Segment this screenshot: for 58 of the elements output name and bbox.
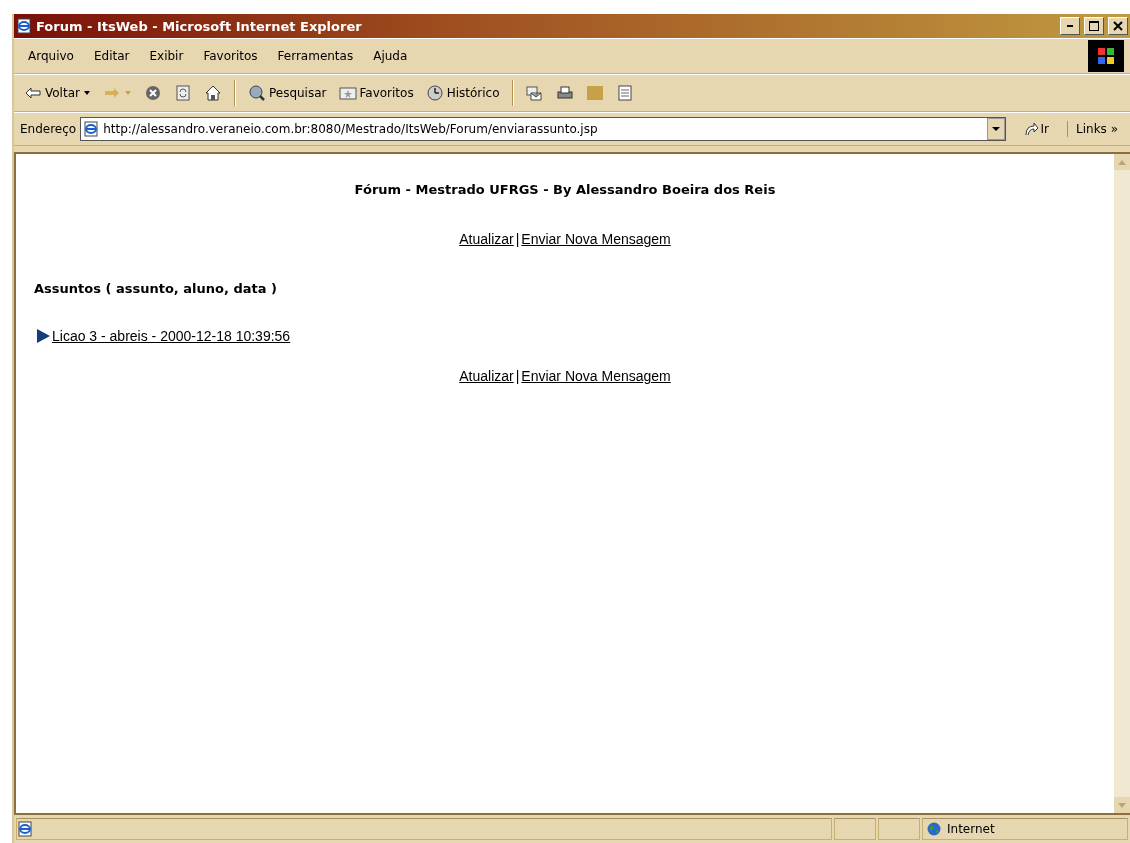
minimize-icon — [1067, 25, 1073, 27]
favorites-button[interactable]: Favoritos — [334, 83, 418, 103]
maximize-button[interactable] — [1084, 17, 1104, 35]
link-separator: | — [515, 231, 520, 247]
stop-icon — [143, 85, 162, 101]
section-title: Assuntos ( assunto, aluno, data ) — [34, 281, 278, 296]
address-field[interactable]: http://alessandro.veraneio.com.br:8080/Mestrado/ItsWeb/Forum/enviarassunto.jsp — [80, 117, 1006, 141]
up-arrow-icon — [1118, 159, 1126, 165]
zone-label: Internet — [947, 822, 995, 836]
status-pane — [834, 818, 876, 840]
printer-icon — [555, 85, 574, 101]
right-arrow-icon — [102, 85, 121, 101]
close-button[interactable] — [1108, 17, 1128, 35]
link-separator: | — [515, 368, 520, 384]
close-icon — [1113, 21, 1123, 31]
dropdown-button[interactable] — [986, 118, 1005, 140]
window-title: Forum - ItsWeb - Microsoft Internet Explorer — [36, 18, 363, 34]
history-button[interactable]: Histórico — [421, 83, 504, 103]
go-button[interactable]: Ir — [1009, 122, 1063, 136]
minimize-button[interactable] — [1060, 17, 1080, 35]
document-icon — [615, 85, 634, 101]
new-message-link[interactable]: Enviar Nova Mensagem — [521, 231, 671, 247]
refresh-icon — [173, 85, 192, 101]
page-status-icon — [17, 821, 33, 837]
menu-item[interactable]: Favoritos — [195, 47, 266, 65]
maximize-icon — [1089, 21, 1099, 31]
star-folder-icon — [338, 85, 357, 101]
links-button[interactable]: Links » — [1067, 121, 1124, 137]
forum-heading: Fórum - Mestrado UFRGS - By Alessandro Boeira dos Reis — [354, 182, 776, 197]
menu-item[interactable]: Editar — [85, 47, 138, 65]
square-icon — [585, 85, 604, 101]
status-pane — [878, 818, 920, 840]
refresh-link[interactable]: Atualizar — [459, 231, 514, 247]
caret-icon — [123, 90, 132, 96]
menu-item[interactable]: Ferramentas — [269, 47, 362, 65]
new-message-link[interactable]: Enviar Nova Mensagem — [521, 368, 671, 384]
caret-icon — [82, 90, 91, 96]
clock-icon — [425, 85, 444, 101]
down-arrow-icon — [1118, 802, 1126, 808]
envelope-icon — [525, 85, 544, 101]
page-icon — [83, 121, 100, 137]
triangle-bullet-icon — [36, 329, 50, 343]
menu-item[interactable]: Arquivo — [20, 47, 82, 65]
menu-item[interactable]: Exibir — [141, 47, 192, 65]
address-label: Endereço — [20, 122, 77, 136]
home-icon — [203, 85, 222, 101]
back-button[interactable]: Voltar — [20, 83, 95, 103]
refresh-link[interactable]: Atualizar — [459, 368, 514, 384]
search-button[interactable]: Pesquisar — [243, 83, 331, 103]
left-arrow-icon — [24, 85, 42, 101]
windows-logo-icon — [1088, 40, 1124, 72]
curved-arrow-icon — [1023, 122, 1038, 136]
caret-icon — [991, 126, 1000, 132]
app-icon — [16, 18, 32, 34]
globe-icon — [927, 822, 941, 836]
topic-link[interactable]: Licao 3 - abreis - 2000-12-18 10:39:56 — [52, 328, 291, 344]
menu-item[interactable]: Ajuda — [365, 47, 416, 65]
search-icon — [247, 85, 266, 101]
